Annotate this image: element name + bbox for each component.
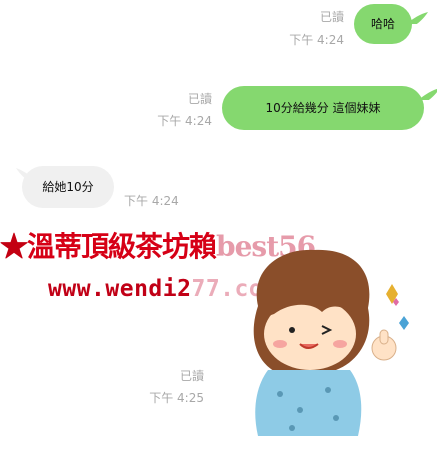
read-receipt: 已讀 — [319, 10, 344, 24]
star-icon: ★ — [0, 230, 28, 263]
message-bubble[interactable]: 哈哈 — [354, 4, 412, 44]
promo-title-main: 溫蒂頂級茶坊賴 — [27, 230, 217, 263]
girl-sticker[interactable] — [236, 240, 436, 446]
message-bubble[interactable]: 10分給幾分 這個妹妹 — [222, 86, 424, 130]
message-time: 下午 4:24 — [289, 33, 344, 47]
message-bubble[interactable]: 給她10分 — [22, 166, 114, 208]
message-time: 下午 4:24 — [124, 194, 179, 208]
read-receipt: 已讀 — [179, 369, 204, 383]
promo-url-main: www.wendi2 — [48, 276, 192, 302]
girl-sticker-icon — [253, 249, 409, 436]
read-receipt: 已讀 — [187, 92, 212, 106]
message-time: 下午 4:25 — [149, 391, 204, 405]
message-time: 下午 4:24 — [157, 114, 212, 128]
